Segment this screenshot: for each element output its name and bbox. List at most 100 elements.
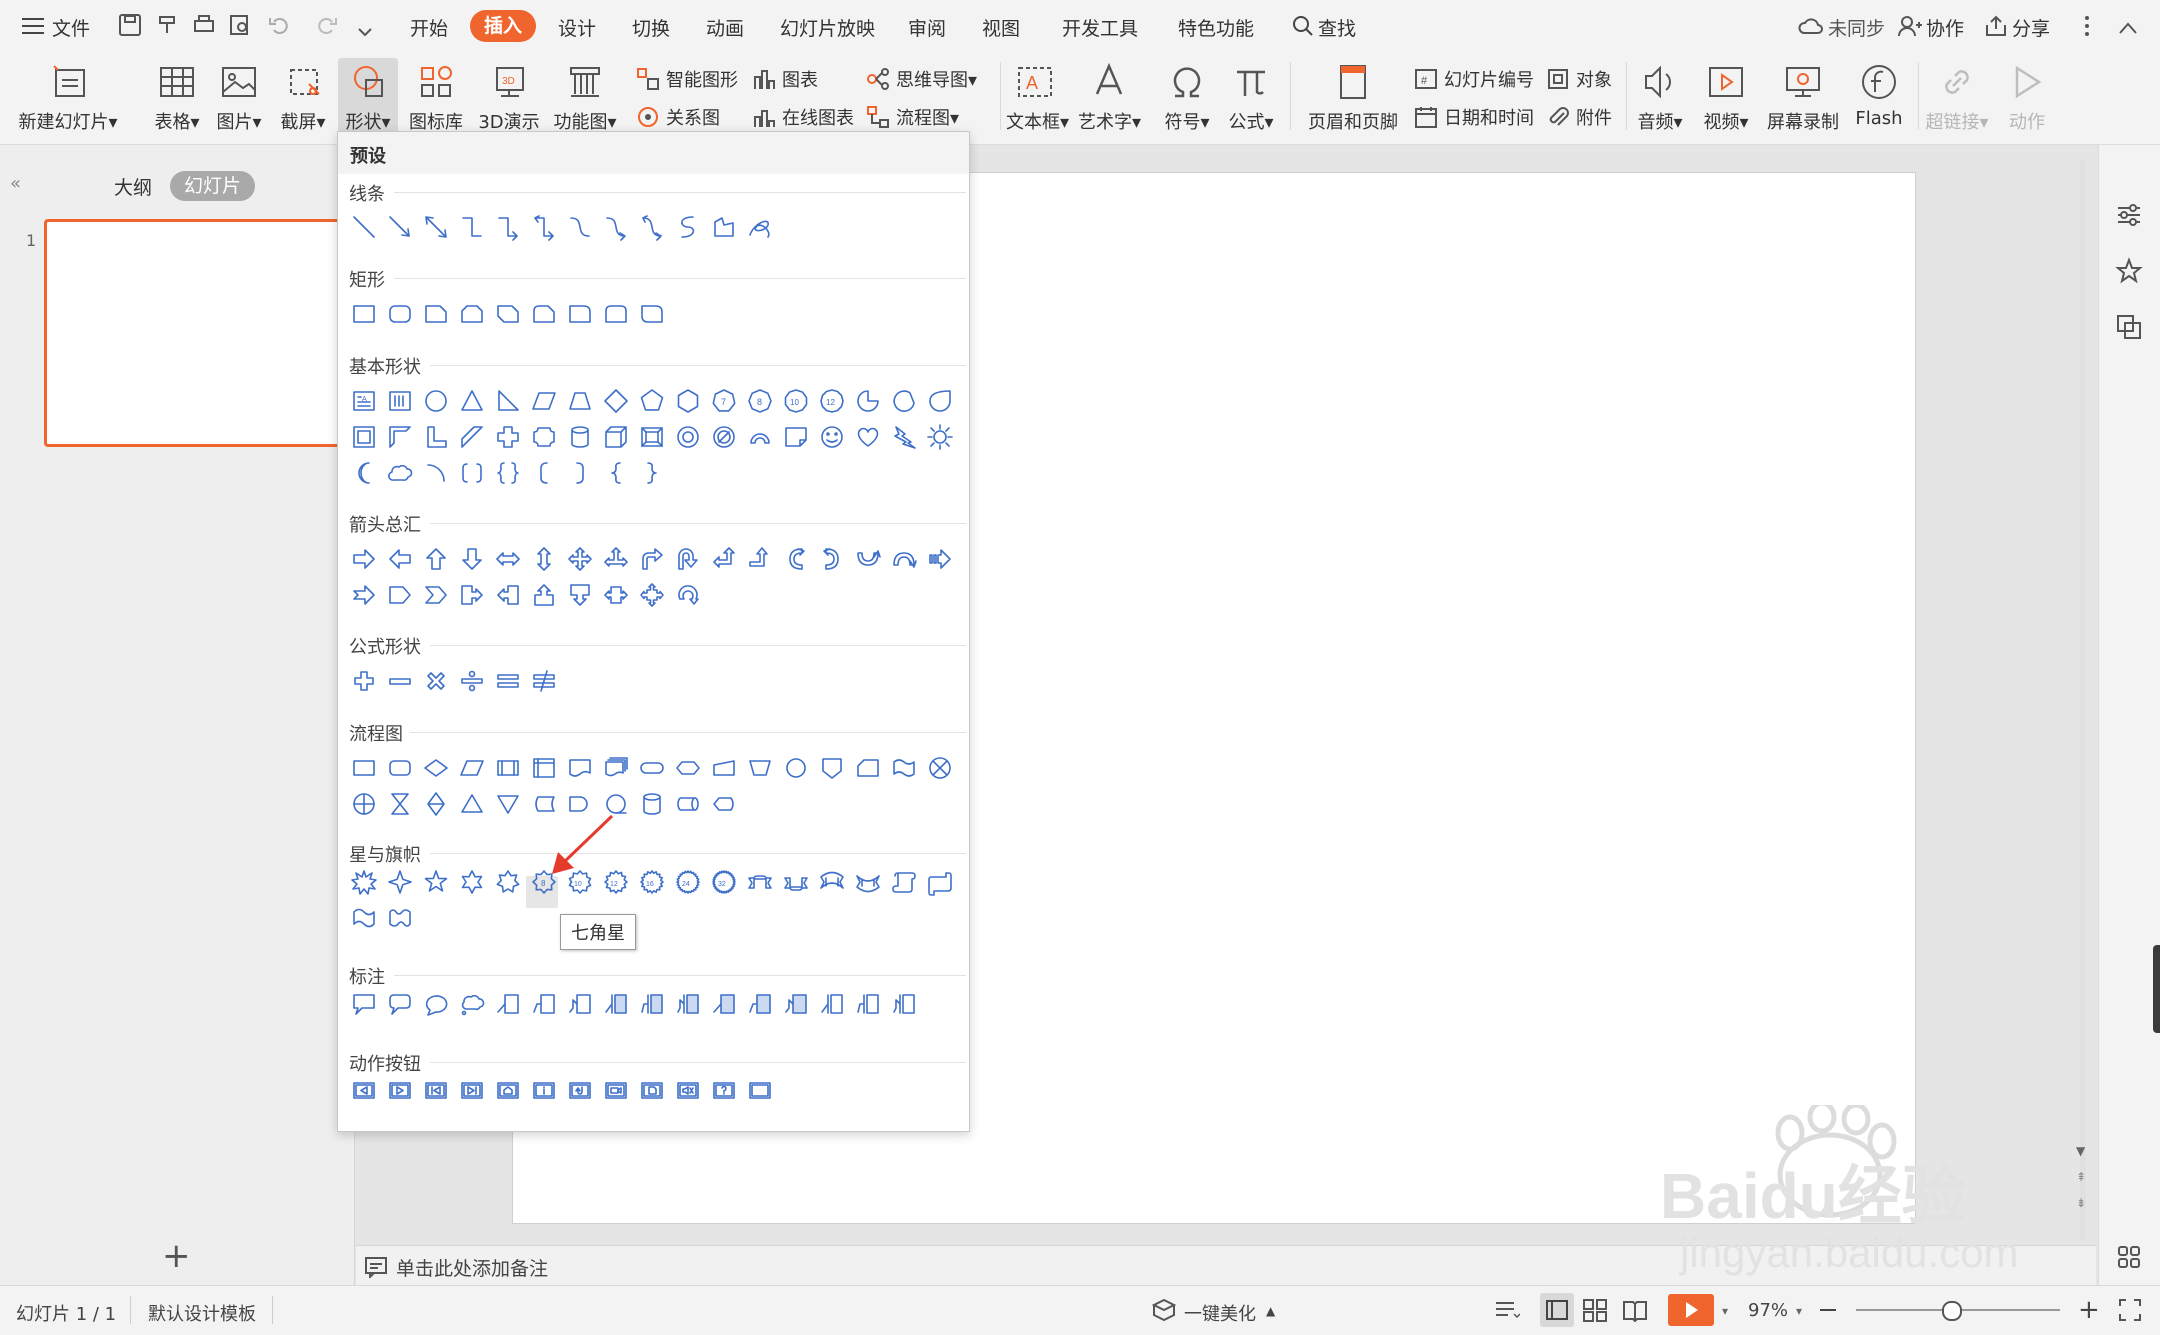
shape-star7-icon[interactable] bbox=[494, 868, 522, 896]
outline-tab[interactable]: 大纲 bbox=[114, 173, 152, 200]
file-menu[interactable]: 文件 bbox=[52, 14, 90, 41]
shape-cross-icon[interactable] bbox=[494, 423, 522, 451]
collab-button[interactable]: 协作 bbox=[1926, 14, 1964, 41]
shape-star4-icon[interactable] bbox=[386, 868, 414, 896]
shape-curvribbondown-icon[interactable] bbox=[854, 868, 882, 896]
properties-icon[interactable] bbox=[2115, 201, 2143, 234]
shape-dblwave-icon[interactable] bbox=[386, 904, 414, 932]
scroll-down-icon[interactable]: ▼ bbox=[2076, 1144, 2085, 1158]
grid-apps-icon[interactable] bbox=[2117, 1245, 2141, 1274]
notes-placeholder[interactable]: 单击此处添加备注 bbox=[396, 1254, 548, 1281]
shape-aright-icon[interactable] bbox=[350, 545, 378, 573]
tab-design[interactable]: 设计 bbox=[558, 14, 596, 41]
shape-sun-icon[interactable] bbox=[926, 423, 954, 451]
shape-line1-icon[interactable] bbox=[494, 990, 522, 1018]
shape-scurve-icon[interactable] bbox=[674, 213, 702, 241]
shape-dblbracket-icon[interactable] bbox=[458, 459, 486, 487]
normal-view-icon[interactable] bbox=[1540, 1293, 1574, 1327]
table-button[interactable]: 表格▾ bbox=[150, 62, 204, 134]
shape-elbow-icon[interactable] bbox=[458, 213, 486, 241]
shape-freeform-icon[interactable] bbox=[710, 213, 738, 241]
shape-fdata-icon[interactable] bbox=[458, 754, 486, 782]
hamburger-icon[interactable] bbox=[22, 17, 44, 35]
shape-aquad-icon[interactable] bbox=[566, 545, 594, 573]
tab-view[interactable]: 视图 bbox=[982, 14, 1020, 41]
tab-home[interactable]: 开始 bbox=[410, 14, 448, 41]
shape-star32-icon[interactable]: 32 bbox=[710, 868, 738, 896]
screenshot-button[interactable]: 截屏▾ bbox=[276, 62, 330, 134]
cloud-sync-icon[interactable] bbox=[1798, 15, 1824, 42]
shape-line2-icon[interactable] bbox=[530, 990, 558, 1018]
shape-acurvl-icon[interactable] bbox=[818, 545, 846, 573]
shape-moon-icon[interactable] bbox=[350, 459, 378, 487]
slides-tab[interactable]: 幻灯片 bbox=[170, 171, 256, 201]
shape-dblbrace-icon[interactable] bbox=[494, 459, 522, 487]
shape-elbow2-icon[interactable] bbox=[494, 213, 522, 241]
shape-for-icon[interactable] bbox=[350, 790, 378, 818]
collapse-pane-icon[interactable]: « bbox=[10, 173, 21, 194]
shape-aup-icon[interactable] bbox=[422, 545, 450, 573]
shape-abent-icon[interactable] bbox=[638, 545, 666, 573]
shape-line-icon[interactable] bbox=[350, 213, 378, 241]
shape-lbrace-icon[interactable] bbox=[602, 459, 630, 487]
shape-halfframe-icon[interactable] bbox=[386, 423, 414, 451]
textbox-button[interactable]: A 文本框▾ bbox=[1006, 62, 1069, 134]
shape-fsort-icon[interactable] bbox=[422, 790, 450, 818]
shape-astriped-icon[interactable] bbox=[926, 545, 954, 573]
shape-hept-icon[interactable]: 7 bbox=[710, 387, 738, 415]
hyperlink-button[interactable]: 超链接▾ bbox=[1924, 62, 1990, 134]
print-preview-icon[interactable] bbox=[228, 13, 252, 42]
shape-cloud-icon[interactable] bbox=[386, 459, 414, 487]
shape-line3-icon[interactable] bbox=[566, 990, 594, 1018]
animation-star-icon[interactable] bbox=[2115, 257, 2143, 290]
shape-ribbondown-icon[interactable] bbox=[782, 868, 810, 896]
shape-fcollate-icon[interactable] bbox=[386, 790, 414, 818]
side-handle[interactable] bbox=[2153, 945, 2160, 1033]
shape-vtext-icon[interactable] bbox=[386, 387, 414, 415]
shape-hscroll-icon[interactable] bbox=[926, 868, 954, 896]
shape-rect-icon[interactable] bbox=[350, 300, 378, 328]
shape-minus-icon[interactable] bbox=[386, 667, 414, 695]
shape-smiley-icon[interactable] bbox=[818, 423, 846, 451]
shape-circarrow-icon[interactable] bbox=[674, 581, 702, 609]
tab-slideshow[interactable]: 幻灯片放映 bbox=[780, 14, 875, 41]
shape-calllr-icon[interactable] bbox=[602, 581, 630, 609]
shape-ccloud-icon[interactable] bbox=[458, 990, 486, 1018]
shape-dec-icon[interactable]: 10 bbox=[782, 387, 810, 415]
shape-rtri-icon[interactable] bbox=[494, 387, 522, 415]
shape-abentup-icon[interactable] bbox=[746, 545, 774, 573]
shape-curve2-icon[interactable] bbox=[602, 213, 630, 241]
shape-btn_movie-icon[interactable] bbox=[602, 1076, 630, 1104]
zoom-level[interactable]: 97% bbox=[1748, 1300, 1788, 1321]
save-icon[interactable] bbox=[118, 13, 142, 42]
function-chart-button[interactable]: 功能图▾ bbox=[552, 62, 618, 134]
shape-btn_help-icon[interactable] bbox=[710, 1076, 738, 1104]
shape-plaque-icon[interactable] bbox=[530, 423, 558, 451]
reading-view-icon[interactable] bbox=[1622, 1298, 1648, 1327]
shape-bord3-icon[interactable] bbox=[782, 990, 810, 1018]
shape-can-icon[interactable] bbox=[566, 423, 594, 451]
shape-acurvd-icon[interactable] bbox=[890, 545, 918, 573]
shape-snipround-icon[interactable] bbox=[530, 300, 558, 328]
beautify-button[interactable]: 一键美化 bbox=[1184, 1300, 1256, 1326]
shape-snip3-icon[interactable] bbox=[494, 300, 522, 328]
shape-nosymbol-icon[interactable] bbox=[710, 423, 738, 451]
shape-fmanual-icon[interactable] bbox=[710, 754, 738, 782]
shape-btn_info-icon[interactable] bbox=[530, 1076, 558, 1104]
add-slide-icon[interactable]: + bbox=[162, 1239, 191, 1273]
shape-fdecision-icon[interactable] bbox=[422, 754, 450, 782]
transition-icon[interactable] bbox=[2115, 313, 2143, 346]
relation-chart-button[interactable]: 关系图 bbox=[636, 104, 720, 130]
shape-acc2-icon[interactable] bbox=[638, 990, 666, 1018]
shape-alru-icon[interactable] bbox=[602, 545, 630, 573]
shape-star16-icon[interactable]: 16 bbox=[638, 868, 666, 896]
header-footer-button[interactable]: 页眉和页脚 bbox=[1304, 62, 1402, 134]
shape-vscroll-icon[interactable] bbox=[890, 868, 918, 896]
tab-review[interactable]: 审阅 bbox=[908, 14, 946, 41]
shape-oct-icon[interactable]: 8 bbox=[746, 387, 774, 415]
shape-arrowline-icon[interactable] bbox=[386, 213, 414, 241]
shape-callquad-icon[interactable] bbox=[638, 581, 666, 609]
tab-developer[interactable]: 开发工具 bbox=[1062, 14, 1138, 41]
shape-fdirect-icon[interactable] bbox=[674, 790, 702, 818]
shape-fcard-icon[interactable] bbox=[854, 754, 882, 782]
